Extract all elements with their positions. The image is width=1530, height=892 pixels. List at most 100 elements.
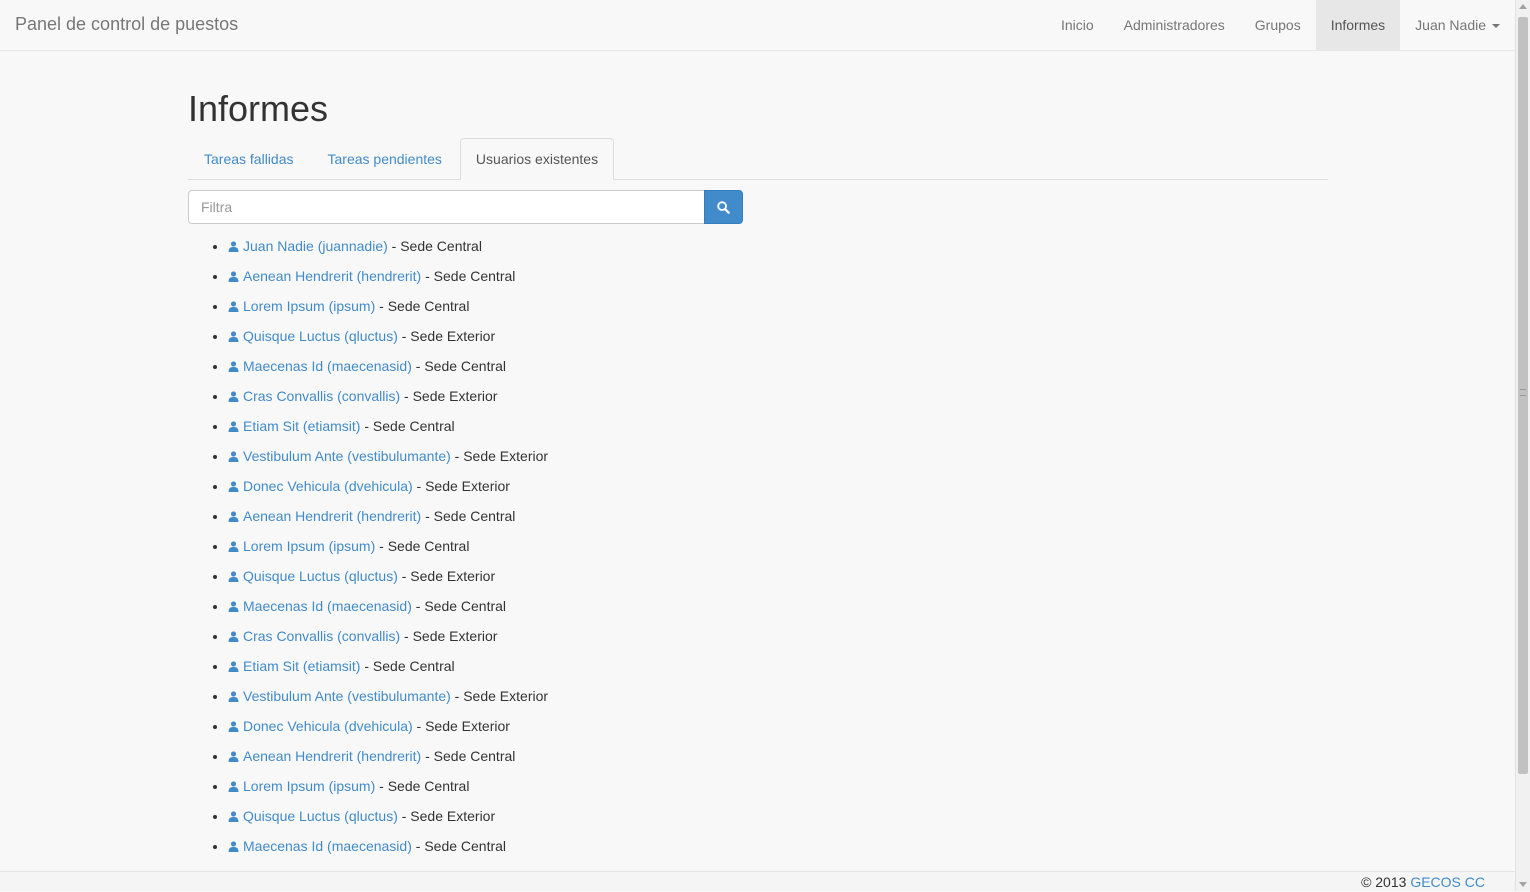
- user-icon: [228, 601, 239, 612]
- user-icon: [228, 781, 239, 792]
- user-name: Etiam Sit (etiamsit): [243, 418, 361, 434]
- user-link[interactable]: Cras Convallis (convallis): [228, 388, 400, 404]
- report-tabs: Tareas fallidas Tareas pendientes Usuari…: [188, 138, 1328, 180]
- list-item: Maecenas Id (maecenasid) - Sede Central: [228, 596, 1328, 626]
- user-link[interactable]: Aenean Hendrerit (hendrerit): [228, 268, 421, 284]
- list-item: Vestibulum Ante (vestibulumante) - Sede …: [228, 446, 1328, 476]
- user-site: - Sede Central: [411, 358, 507, 374]
- user-site: - Sede Exterior: [412, 478, 510, 494]
- user-link[interactable]: Etiam Sit (etiamsit): [228, 418, 360, 434]
- user-menu-dropdown[interactable]: Juan Nadie: [1400, 0, 1515, 50]
- list-item: Quisque Luctus (qluctus) - Sede Exterior: [228, 566, 1328, 596]
- nav-item-administradores[interactable]: Administradores: [1109, 0, 1240, 50]
- user-icon: [228, 421, 239, 432]
- user-link[interactable]: Maecenas Id (maecenasid): [228, 838, 412, 854]
- search-button[interactable]: [704, 190, 743, 224]
- list-item: Lorem Ipsum (ipsum) - Sede Central: [228, 536, 1328, 566]
- user-site: - Sede Central: [360, 658, 455, 674]
- user-icon: [228, 721, 239, 732]
- list-item: Aenean Hendrerit (hendrerit) - Sede Cent…: [228, 266, 1328, 296]
- user-link[interactable]: Quisque Luctus (qluctus): [228, 328, 398, 344]
- user-name: Quisque Luctus (qluctus): [243, 808, 398, 824]
- vertical-scrollbar[interactable]: [1515, 0, 1530, 891]
- user-link[interactable]: Vestibulum Ante (vestibulumante): [228, 688, 451, 704]
- user-site: - Sede Exterior: [450, 448, 549, 464]
- user-name: Juan Nadie (juannadie): [243, 238, 388, 254]
- list-item: Quisque Luctus (qluctus) - Sede Exterior: [228, 326, 1328, 356]
- user-link[interactable]: Cras Convallis (convallis): [228, 628, 400, 644]
- user-site: - Sede Central: [421, 268, 516, 284]
- list-item: Etiam Sit (etiamsit) - Sede Central: [228, 656, 1328, 686]
- list-item: Aenean Hendrerit (hendrerit) - Sede Cent…: [228, 746, 1328, 776]
- filter-input[interactable]: [188, 190, 704, 224]
- user-name: Etiam Sit (etiamsit): [243, 658, 361, 674]
- list-item: Cras Convallis (convallis) - Sede Exteri…: [228, 386, 1328, 416]
- user-icon: [228, 571, 239, 582]
- user-link[interactable]: Juan Nadie (juannadie): [228, 238, 388, 254]
- nav-item-informes[interactable]: Informes: [1315, 0, 1401, 50]
- user-link[interactable]: Etiam Sit (etiamsit): [228, 658, 360, 674]
- user-link[interactable]: Lorem Ipsum (ipsum): [228, 778, 375, 794]
- user-link[interactable]: Maecenas Id (maecenasid): [228, 358, 412, 374]
- tab-tareas-fallidas[interactable]: Tareas fallidas: [188, 138, 310, 179]
- user-site: - Sede Central: [411, 838, 507, 854]
- list-item: Juan Nadie (juannadie) - Sede Central: [228, 236, 1328, 266]
- user-name: Lorem Ipsum (ipsum): [243, 778, 376, 794]
- user-name: Maecenas Id (maecenasid): [243, 838, 412, 854]
- tab-tareas-pendientes[interactable]: Tareas pendientes: [312, 138, 458, 179]
- list-item: Vestibulum Ante (vestibulumante) - Sede …: [228, 686, 1328, 716]
- user-icon: [228, 541, 239, 552]
- user-name: Vestibulum Ante (vestibulumante): [243, 688, 451, 704]
- user-name: Quisque Luctus (qluctus): [243, 328, 398, 344]
- user-icon: [228, 511, 239, 522]
- caret-down-icon: [1492, 24, 1500, 29]
- user-icon: [228, 271, 239, 282]
- tab-usuarios-existentes[interactable]: Usuarios existentes: [459, 138, 615, 180]
- user-site: - Sede Central: [360, 418, 455, 434]
- grip-icon: [1520, 389, 1526, 396]
- list-item: Lorem Ipsum (ipsum) - Sede Central: [228, 776, 1328, 806]
- user-link[interactable]: Donec Vehicula (dvehicula): [228, 718, 413, 734]
- user-name: Lorem Ipsum (ipsum): [243, 298, 376, 314]
- footer-copyright: © 2013: [1361, 874, 1411, 890]
- user-name: Quisque Luctus (qluctus): [243, 568, 398, 584]
- list-item: Maecenas Id (maecenasid) - Sede Central: [228, 356, 1328, 386]
- user-link[interactable]: Vestibulum Ante (vestibulumante): [228, 448, 451, 464]
- user-site: - Sede Central: [375, 538, 470, 554]
- user-name: Donec Vehicula (dvehicula): [243, 718, 413, 734]
- user-name: Lorem Ipsum (ipsum): [243, 538, 376, 554]
- navbar: Panel de control de puestos Inicio Admin…: [0, 0, 1515, 51]
- brand-link[interactable]: Panel de control de puestos: [15, 14, 238, 34]
- search-icon: [717, 200, 730, 214]
- user-link[interactable]: Lorem Ipsum (ipsum): [228, 298, 375, 314]
- user-icon: [228, 751, 239, 762]
- user-site: - Sede Central: [421, 508, 516, 524]
- user-link[interactable]: Quisque Luctus (qluctus): [228, 568, 398, 584]
- list-item: Donec Vehicula (dvehicula) - Sede Exteri…: [228, 716, 1328, 746]
- nav-item-inicio[interactable]: Inicio: [1046, 0, 1109, 50]
- user-link[interactable]: Donec Vehicula (dvehicula): [228, 478, 413, 494]
- user-link[interactable]: Aenean Hendrerit (hendrerit): [228, 748, 421, 764]
- user-link[interactable]: Lorem Ipsum (ipsum): [228, 538, 375, 554]
- nav-item-grupos[interactable]: Grupos: [1240, 0, 1316, 50]
- user-site: - Sede Exterior: [450, 688, 549, 704]
- footer-link[interactable]: GECOS CC: [1410, 874, 1485, 890]
- user-site: - Sede Exterior: [397, 328, 496, 344]
- user-site: - Sede Central: [375, 778, 470, 794]
- user-site: - Sede Exterior: [400, 628, 498, 644]
- user-icon: [228, 631, 239, 642]
- user-icon: [228, 391, 239, 402]
- user-name: Vestibulum Ante (vestibulumante): [243, 448, 451, 464]
- user-site: - Sede Central: [411, 598, 507, 614]
- main-nav: Inicio Administradores Grupos Informes J…: [1046, 0, 1515, 50]
- user-link[interactable]: Maecenas Id (maecenasid): [228, 598, 412, 614]
- scrollbar-thumb[interactable]: [1518, 17, 1528, 774]
- user-link[interactable]: Quisque Luctus (qluctus): [228, 808, 398, 824]
- scroll-down-arrow-icon[interactable]: [1519, 882, 1527, 887]
- user-icon: [228, 481, 239, 492]
- footer: © 2013 GECOS CC: [0, 871, 1515, 891]
- main-content: Informes Tareas fallidas Tareas pendient…: [188, 51, 1328, 866]
- user-link[interactable]: Aenean Hendrerit (hendrerit): [228, 508, 421, 524]
- user-name: Maecenas Id (maecenasid): [243, 598, 412, 614]
- scroll-up-arrow-icon[interactable]: [1519, 4, 1527, 9]
